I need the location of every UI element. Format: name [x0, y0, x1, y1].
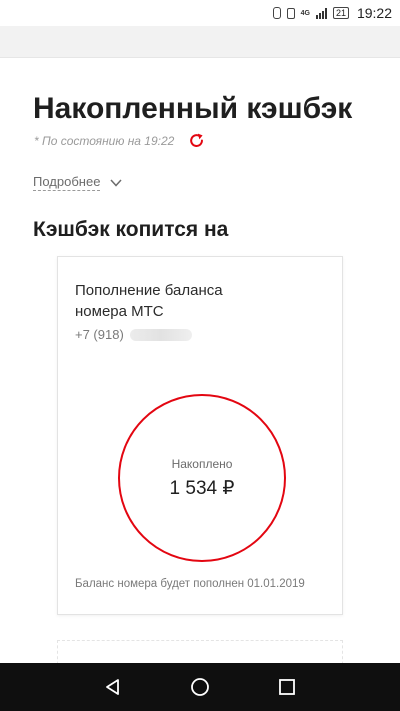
status-icons: 4G 21 19:22 — [272, 0, 392, 26]
status-bar: 4G 21 19:22 — [0, 0, 400, 26]
accumulated-ring: Накоплено 1 534 ₽ — [118, 394, 286, 562]
nav-back-button[interactable] — [93, 667, 133, 707]
card-note: Баланс номера будет пополнен 01.01.2019 — [75, 578, 305, 590]
accumulated-label: Накоплено — [171, 456, 233, 471]
chevron-down-icon — [110, 178, 122, 187]
app-top-strip — [0, 26, 400, 58]
home-circle-icon — [191, 678, 209, 696]
network-type-label: 4G — [300, 9, 310, 17]
bluetooth-icon — [272, 7, 281, 19]
system-nav-bar — [0, 663, 400, 711]
update-status-text: * По состоянию на 19:22 — [34, 134, 175, 148]
battery-icon: 21 — [332, 7, 349, 19]
nav-home-button[interactable] — [180, 667, 220, 707]
phone-number: +7 (918) — [75, 327, 192, 342]
phone-prefix: +7 (918) — [75, 327, 124, 342]
signal-icon — [315, 7, 327, 19]
nav-recents-button[interactable] — [267, 667, 307, 707]
more-details-toggle[interactable]: Подробнее — [33, 174, 122, 191]
vibrate-icon — [286, 7, 295, 19]
section-title: Кэшбэк копится на — [33, 218, 229, 241]
more-details-label: Подробнее — [33, 174, 101, 191]
accumulated-amount: 1 534 ₽ — [169, 477, 235, 499]
phone-blur-mask — [129, 328, 192, 341]
update-status: * По состоянию на 19:22 — [34, 132, 206, 150]
recents-square-icon — [278, 679, 295, 695]
back-triangle-icon — [106, 679, 120, 695]
cashback-card[interactable]: Пополнение баланса номера МТС +7 (918) Н… — [57, 256, 343, 615]
card-title: Пополнение баланса номера МТС — [75, 282, 223, 320]
refresh-icon[interactable] — [188, 132, 206, 150]
page-title: Накопленный кэшбэк — [33, 92, 353, 125]
status-clock: 19:22 — [356, 5, 392, 21]
